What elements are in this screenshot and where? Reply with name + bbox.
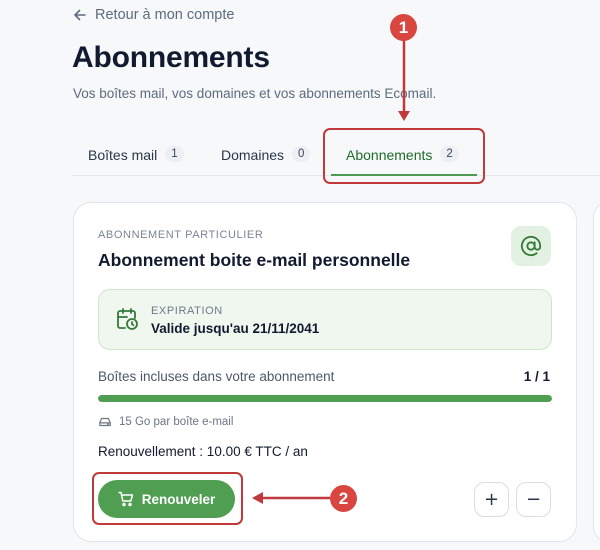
tab-count: 1	[165, 146, 184, 162]
next-card-edge	[593, 202, 600, 542]
arrow-left-icon	[74, 9, 86, 21]
renew-button-label: Renouveler	[141, 491, 216, 507]
progress-fill	[98, 395, 552, 402]
page-title: Abonnements	[72, 41, 270, 74]
subscription-card: ABONNEMENT PARTICULIER Abonnement boite …	[73, 202, 577, 542]
active-tab-indicator	[331, 174, 477, 176]
tab-bar: Boîtes mail 1 Domaines 0 Abonnements 2	[72, 134, 600, 176]
tab-count: 2	[440, 146, 459, 162]
expiry-label: EXPIRATION	[151, 305, 223, 317]
tab-count: 0	[292, 146, 311, 162]
back-link-label: Retour à mon compte	[95, 7, 235, 23]
tab-boites-mail[interactable]: Boîtes mail 1	[88, 134, 184, 176]
tab-label: Abonnements	[346, 147, 433, 163]
calendar-clock-icon	[117, 308, 138, 330]
tab-label: Domaines	[221, 147, 285, 163]
included-boxes-progress	[98, 395, 552, 402]
expiry-box: EXPIRATION Valide jusqu'au 21/11/2041	[98, 289, 552, 350]
annotation-number-two: 2	[330, 485, 357, 512]
card-title: Abonnement boite e-mail personnelle	[98, 250, 411, 270]
included-boxes-label: Boîtes incluses dans votre abonnement	[98, 369, 335, 384]
annotation-number-one: 1	[390, 14, 417, 41]
storage-label: 15 Go par boîte e-mail	[119, 416, 234, 428]
cart-icon	[117, 491, 133, 507]
storage-info: 15 Go par boîte e-mail	[98, 415, 233, 429]
renew-button[interactable]: Renouveler	[98, 480, 235, 518]
tab-abonnements[interactable]: Abonnements 2	[346, 134, 459, 176]
renewal-price: Renouvellement : 10.00 € TTC / an	[98, 444, 308, 459]
at-sign-icon	[511, 226, 551, 266]
decrease-button[interactable]: −	[516, 482, 551, 517]
page-subtitle: Vos boîtes mail, vos domaines et vos abo…	[73, 86, 437, 101]
back-link[interactable]: Retour à mon compte	[73, 7, 234, 23]
hard-drive-icon	[99, 417, 111, 427]
card-eyebrow: ABONNEMENT PARTICULIER	[98, 229, 264, 241]
tab-domaines[interactable]: Domaines 0	[221, 134, 311, 176]
expiry-value: Valide jusqu'au 21/11/2041	[151, 321, 320, 336]
tab-label: Boîtes mail	[88, 147, 158, 163]
included-boxes-count: 1 / 1	[523, 369, 550, 384]
increase-button[interactable]: +	[474, 482, 509, 517]
